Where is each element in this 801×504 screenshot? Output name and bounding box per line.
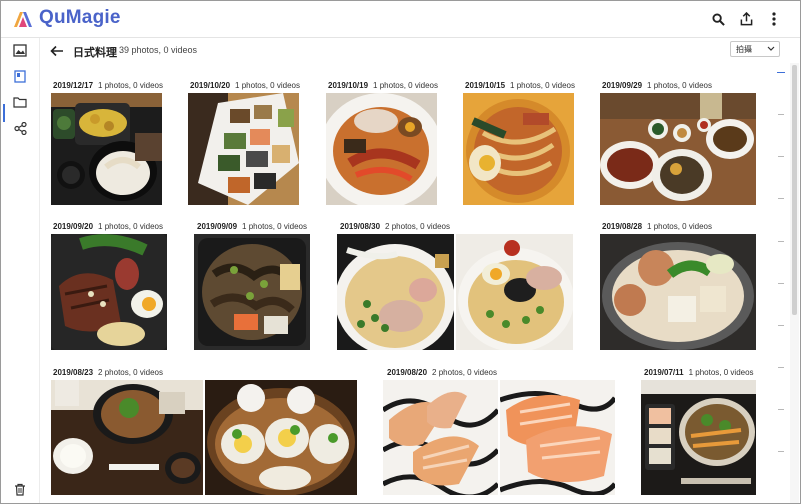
- group-date: 2019/09/09: [197, 222, 238, 231]
- group-count: 1 photos, 0 videos: [235, 81, 300, 90]
- sort-value: 拍攝: [736, 45, 752, 54]
- group-date: 2019/10/20: [190, 81, 231, 90]
- timeline-marker[interactable]: [778, 367, 784, 368]
- group-count: 1 photos, 0 videos: [242, 222, 307, 231]
- food-photo-icon: [641, 380, 756, 495]
- group-date: 2019/12/17: [53, 81, 94, 90]
- group-header: 2019/07/11 1 photos, 0 videos: [644, 368, 754, 377]
- group-header: 2019/12/17 1 photos, 0 videos: [53, 81, 163, 90]
- album-header: 日式料理 39 photos, 0 videos 拍攝: [41, 39, 786, 63]
- photo-thumbnail[interactable]: [383, 380, 498, 495]
- food-photo-icon: [51, 234, 167, 350]
- album-title: 日式料理: [73, 47, 117, 59]
- photo-thumbnail[interactable]: [326, 93, 437, 205]
- app-name: QuMagie: [39, 7, 121, 28]
- group-header: 2019/08/23 2 photos, 0 videos: [53, 368, 163, 377]
- timeline-marker[interactable]: [778, 325, 784, 326]
- album-icon[interactable]: [11, 67, 29, 85]
- photo-thumbnail[interactable]: [641, 380, 756, 495]
- group-header: 2019/08/20 2 photos, 0 videos: [387, 368, 497, 377]
- group-count: 2 photos, 0 videos: [385, 222, 450, 231]
- top-bar: QuMagie: [1, 1, 800, 38]
- timeline-marker[interactable]: [778, 409, 784, 410]
- food-photo-icon: [51, 380, 203, 495]
- chevron-down-icon: [767, 46, 775, 51]
- photo-thumbnail[interactable]: [51, 93, 162, 205]
- timeline-marker[interactable]: [778, 241, 784, 242]
- group-header: 2019/10/15 1 photos, 0 videos: [465, 81, 575, 90]
- photo-thumbnail[interactable]: [194, 234, 310, 350]
- group-count: 1 photos, 0 videos: [98, 81, 163, 90]
- photo-thumbnail[interactable]: [51, 234, 167, 350]
- timeline-marker[interactable]: [778, 156, 784, 157]
- group-date: 2019/10/19: [328, 81, 369, 90]
- food-photo-icon: [383, 380, 498, 495]
- group-count: 1 photos, 0 videos: [688, 368, 754, 377]
- back-arrow-icon[interactable]: [49, 43, 65, 59]
- folder-icon[interactable]: [11, 93, 29, 111]
- photo-thumbnail[interactable]: [600, 234, 756, 350]
- photo-thumbnail[interactable]: [456, 234, 573, 350]
- share-nodes-icon[interactable]: [11, 119, 29, 137]
- group-date: 2019/08/28: [602, 222, 643, 231]
- group-date: 2019/09/20: [53, 222, 94, 231]
- photo-thumbnail[interactable]: [51, 380, 203, 495]
- food-photo-icon: [337, 234, 454, 350]
- food-photo-icon: [600, 93, 756, 205]
- photo-thumbnail[interactable]: [205, 380, 357, 495]
- group-header: 2019/09/29 1 photos, 0 videos: [602, 81, 712, 90]
- photo-thumbnail[interactable]: [500, 380, 615, 495]
- food-photo-icon: [194, 234, 310, 350]
- trash-icon[interactable]: [11, 480, 29, 498]
- food-photo-icon: [326, 93, 437, 205]
- group-count: 1 photos, 0 videos: [373, 81, 438, 90]
- group-header: 2019/09/09 1 photos, 0 videos: [197, 222, 307, 231]
- group-count: 1 photos, 0 videos: [647, 222, 712, 231]
- sort-select[interactable]: 拍攝: [730, 41, 780, 57]
- group-date: 2019/08/23: [53, 368, 94, 377]
- group-date: 2019/08/30: [340, 222, 381, 231]
- more-vert-icon[interactable]: [766, 11, 782, 27]
- food-photo-icon: [205, 380, 357, 495]
- photo-thumbnail[interactable]: [463, 93, 574, 205]
- food-photo-icon: [463, 93, 574, 205]
- group-count: 1 photos, 0 videos: [647, 81, 712, 90]
- timeline-marker[interactable]: [778, 451, 784, 452]
- active-indicator: [3, 104, 5, 122]
- timeline-marker[interactable]: [778, 198, 784, 199]
- timeline-marker[interactable]: [778, 114, 784, 115]
- app-window: QuMagie 日式料理 39 photos, 0 videos 拍攝 2019…: [0, 0, 801, 504]
- group-header: 2019/08/28 1 photos, 0 videos: [602, 222, 712, 231]
- photos-icon[interactable]: [11, 41, 29, 59]
- photo-thumbnail[interactable]: [337, 234, 454, 350]
- qumagie-logo-icon: [14, 12, 32, 27]
- timeline-marker[interactable]: [778, 283, 784, 284]
- group-count: 1 photos, 0 videos: [98, 222, 163, 231]
- photo-thumbnail[interactable]: [600, 93, 756, 205]
- food-photo-icon: [51, 93, 162, 205]
- group-header: 2019/10/19 1 photos, 0 videos: [328, 81, 438, 90]
- timeline-marker[interactable]: [777, 72, 785, 73]
- group-header: 2019/10/20 1 photos, 0 videos: [190, 81, 300, 90]
- group-date: 2019/10/15: [465, 81, 506, 90]
- group-header: 2019/08/30 2 photos, 0 videos: [340, 222, 450, 231]
- food-photo-icon: [500, 380, 615, 495]
- food-photo-icon: [456, 234, 573, 350]
- group-count: 2 photos, 0 videos: [98, 368, 163, 377]
- photo-thumbnail[interactable]: [188, 93, 299, 205]
- food-photo-icon: [188, 93, 299, 205]
- group-date: 2019/09/29: [602, 81, 643, 90]
- group-date: 2019/08/20: [387, 368, 428, 377]
- share-icon[interactable]: [738, 11, 754, 27]
- left-rail: [1, 38, 40, 503]
- group-header: 2019/09/20 1 photos, 0 videos: [53, 222, 163, 231]
- album-count: 39 photos, 0 videos: [119, 45, 198, 55]
- search-icon[interactable]: [710, 11, 726, 27]
- food-photo-icon: [600, 234, 756, 350]
- group-count: 2 photos, 0 videos: [432, 368, 497, 377]
- scrollbar-thumb[interactable]: [792, 65, 797, 315]
- group-count: 1 photos, 0 videos: [510, 81, 575, 90]
- group-date: 2019/07/11: [644, 368, 684, 377]
